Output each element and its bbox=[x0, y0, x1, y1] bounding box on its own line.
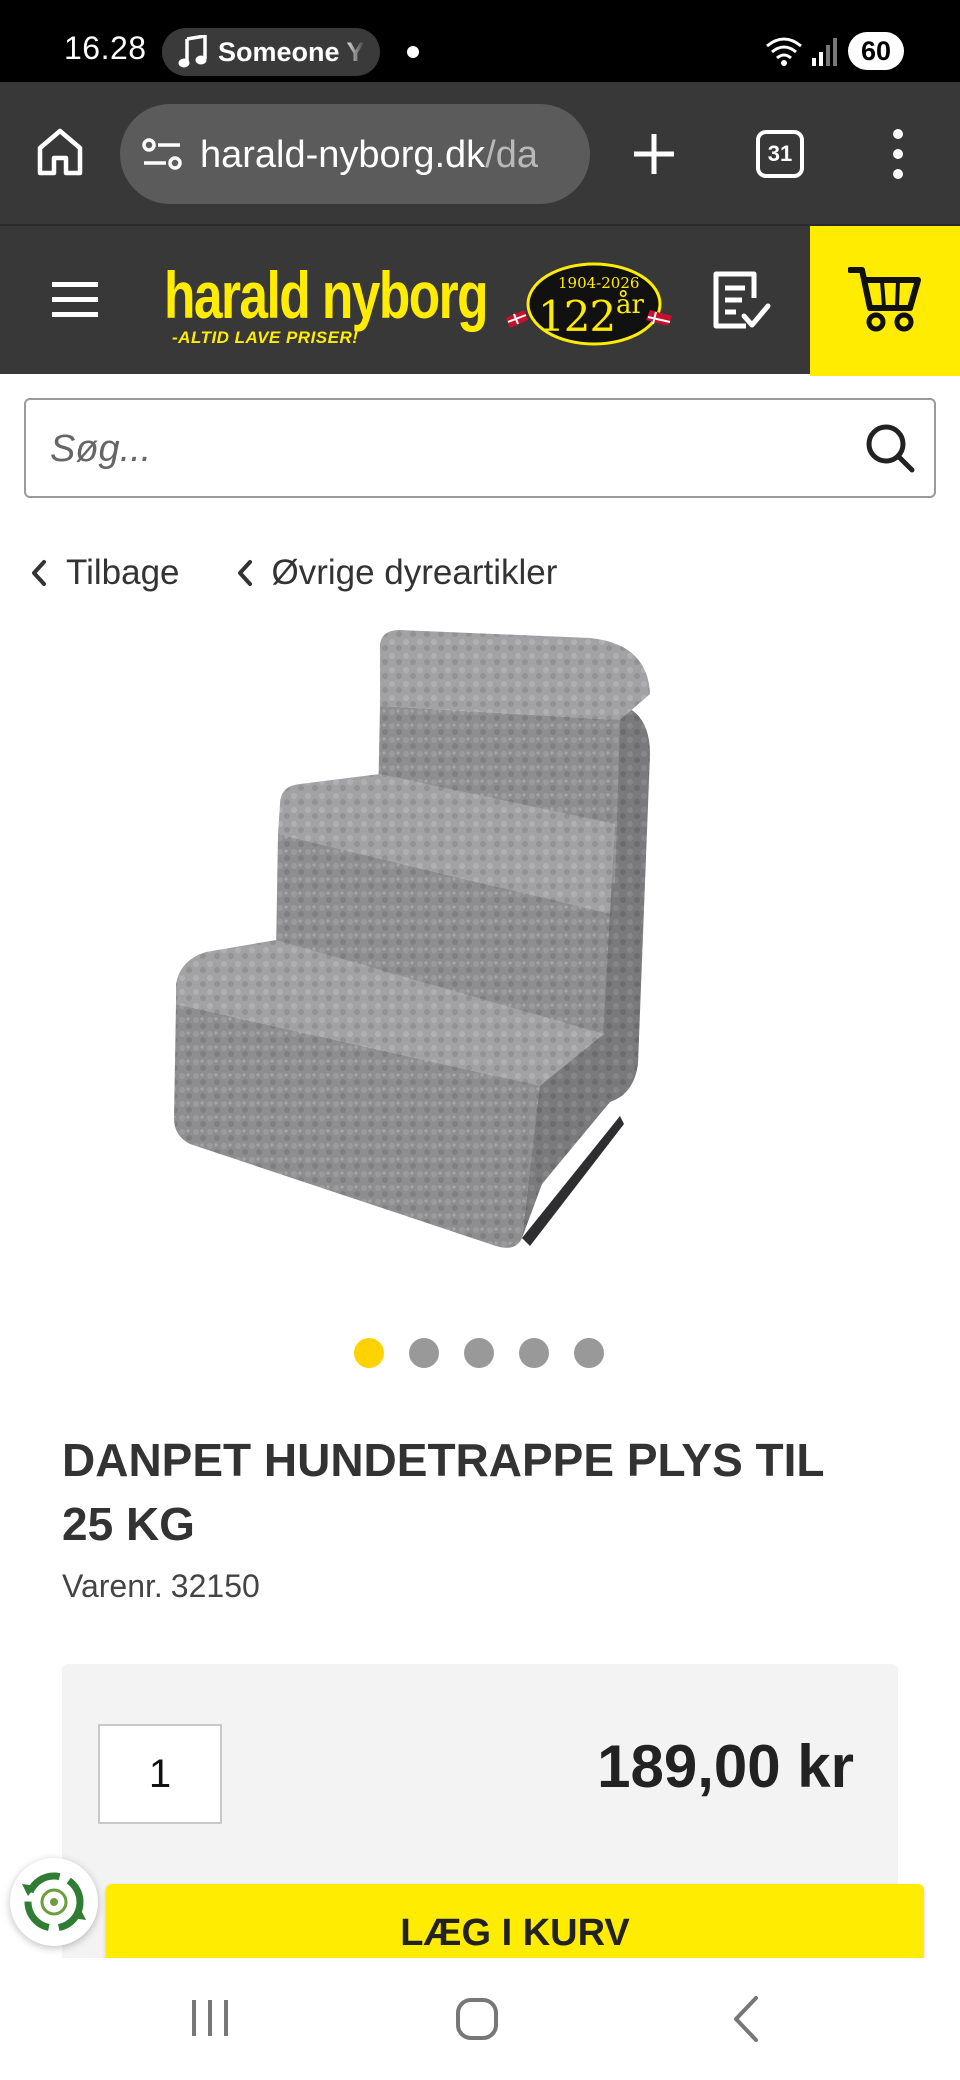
product-price: 189,00 kr bbox=[597, 1733, 854, 1800]
new-tab-icon[interactable] bbox=[630, 130, 678, 178]
battery-level: 60 bbox=[848, 32, 904, 70]
hamburger-icon[interactable] bbox=[50, 276, 100, 324]
search-input[interactable] bbox=[50, 424, 810, 474]
menu-dots-icon[interactable] bbox=[884, 126, 912, 182]
site-logo[interactable]: harald nyborg -ALTID LAVE PRISER! 1904-2… bbox=[164, 256, 684, 356]
cart-button[interactable] bbox=[810, 226, 960, 376]
anniversary-number: 122 bbox=[538, 292, 616, 341]
search-box bbox=[24, 398, 936, 498]
logo-tagline: -ALTID LAVE PRISER! bbox=[172, 328, 359, 347]
recycle-leaf-icon bbox=[22, 1872, 86, 1932]
url-text: harald-nyborg.dk/da bbox=[200, 134, 538, 177]
chevron-left-icon bbox=[32, 560, 46, 586]
address-bar[interactable]: harald-nyborg.dk/da bbox=[120, 104, 590, 204]
tabs-icon[interactable]: 31 bbox=[756, 130, 804, 178]
carousel-dot[interactable] bbox=[519, 1338, 549, 1368]
status-bar: 16.28 Someone Y 60 bbox=[0, 0, 960, 82]
back-chevron-icon[interactable] bbox=[730, 1994, 762, 2044]
breadcrumb-back-label: Tilbage bbox=[66, 553, 180, 592]
site-header: harald nyborg -ALTID LAVE PRISER! 1904-2… bbox=[0, 224, 960, 376]
search-icon[interactable] bbox=[864, 422, 916, 474]
url-path: /da bbox=[485, 134, 538, 176]
sku-value: 32150 bbox=[170, 1568, 260, 1604]
quantity-input[interactable] bbox=[98, 1724, 222, 1824]
url-host: harald-nyborg.dk bbox=[200, 134, 486, 176]
music-note-icon bbox=[178, 35, 207, 68]
sku-label: Varenr. bbox=[62, 1568, 163, 1604]
carousel-dot[interactable] bbox=[354, 1338, 384, 1368]
breadcrumb-back-link[interactable]: Tilbage bbox=[28, 553, 180, 593]
shopping-list-icon[interactable] bbox=[708, 268, 772, 334]
signal-icon bbox=[812, 38, 837, 66]
anniversary-unit: år bbox=[616, 290, 644, 320]
eco-badge[interactable] bbox=[10, 1858, 98, 1946]
product-sku: Varenr. 32150 bbox=[62, 1568, 260, 1605]
carousel-dot[interactable] bbox=[464, 1338, 494, 1368]
product-image[interactable] bbox=[150, 624, 810, 1254]
buy-panel: 189,00 kr LÆG I KURV bbox=[62, 1664, 924, 1984]
home-circle-icon[interactable] bbox=[454, 1996, 500, 2042]
carousel-dot[interactable] bbox=[409, 1338, 439, 1368]
cart-icon bbox=[848, 267, 921, 332]
status-time: 16.28 bbox=[64, 30, 147, 66]
system-navigation-bar bbox=[0, 1958, 960, 2080]
notification-dot bbox=[407, 46, 419, 58]
recents-icon[interactable] bbox=[188, 1998, 232, 2038]
browser-toolbar: harald-nyborg.dk/da 31 bbox=[0, 82, 960, 224]
carousel-dot[interactable] bbox=[574, 1338, 604, 1368]
media-playing-pill[interactable]: Someone Y bbox=[162, 28, 380, 76]
media-title: Someone Y bbox=[218, 36, 365, 67]
breadcrumb-category-link[interactable]: Øvrige dyreartikler bbox=[234, 553, 558, 593]
product-title: DANPET HUNDETRAPPE PLYS TIL 25 KG bbox=[62, 1434, 824, 1550]
wifi-icon bbox=[766, 37, 802, 66]
chevron-left-icon bbox=[237, 560, 252, 586]
anniversary-badge: 1904-2026 122 år bbox=[498, 262, 678, 350]
breadcrumb-category-label: Øvrige dyreartikler bbox=[271, 553, 558, 592]
logo-name: harald nyborg bbox=[164, 258, 489, 332]
carousel-dots bbox=[354, 1338, 604, 1368]
breadcrumb: Tilbage Øvrige dyreartikler bbox=[28, 548, 557, 598]
site-settings-icon[interactable] bbox=[140, 134, 184, 174]
home-icon[interactable] bbox=[34, 126, 86, 178]
